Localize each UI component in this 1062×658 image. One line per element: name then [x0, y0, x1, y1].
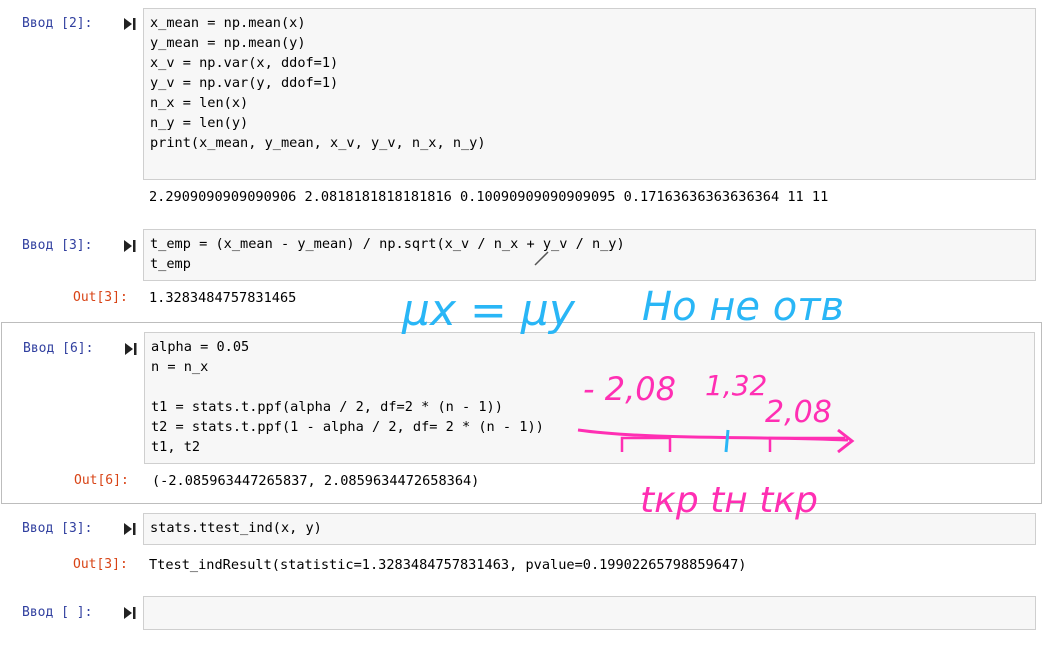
- code-input[interactable]: t_emp = (x_mean - y_mean) / np.sqrt(x_v …: [143, 229, 1036, 281]
- output-prompt: Out[6]:: [74, 473, 129, 488]
- input-prompt: Ввод [6]:: [23, 341, 94, 356]
- code-cell-3[interactable]: Ввод [6]: alpha = 0.05 n = n_x t1 = stat…: [1, 322, 1042, 504]
- run-icon[interactable]: [124, 341, 138, 357]
- code-input-empty[interactable]: [143, 596, 1036, 630]
- code-text[interactable]: t_emp = (x_mean - y_mean) / np.sqrt(x_v …: [144, 230, 1035, 278]
- run-icon[interactable]: [123, 605, 137, 621]
- code-cell-4[interactable]: Ввод [3]: stats.ttest_ind(x, y) Out[3]: …: [0, 505, 1042, 585]
- code-text[interactable]: [144, 597, 1035, 605]
- result-output: (-2.085963447265837, 2.0859634472658364): [152, 473, 480, 489]
- input-prompt: Ввод [2]:: [22, 16, 93, 31]
- code-input[interactable]: stats.ttest_ind(x, y): [143, 513, 1036, 545]
- scrollbar[interactable]: [1048, 0, 1062, 658]
- result-output: Ttest_indResult(statistic=1.328348475783…: [149, 557, 747, 573]
- input-prompt: Ввод [3]:: [22, 238, 93, 253]
- input-prompt: Ввод [3]:: [22, 521, 93, 536]
- notebook-page: Ввод [2]: x_mean = np.mean(x) y_mean = n…: [0, 0, 1062, 658]
- code-cell-1[interactable]: Ввод [2]: x_mean = np.mean(x) y_mean = n…: [0, 0, 1042, 215]
- input-prompt: Ввод [ ]:: [22, 605, 93, 620]
- code-input[interactable]: alpha = 0.05 n = n_x t1 = stats.t.ppf(al…: [144, 332, 1035, 464]
- run-icon[interactable]: [123, 16, 137, 32]
- run-icon[interactable]: [123, 521, 137, 537]
- output-prompt: Out[3]:: [73, 557, 128, 572]
- result-output: 1.3283484757831465: [149, 290, 297, 306]
- stdout-output: 2.2909090909090906 2.0818181818181816 0.…: [149, 189, 829, 205]
- run-icon[interactable]: [123, 238, 137, 254]
- code-text[interactable]: stats.ttest_ind(x, y): [144, 514, 1035, 542]
- code-input[interactable]: x_mean = np.mean(x) y_mean = np.mean(y) …: [143, 8, 1036, 180]
- code-cell-2[interactable]: Ввод [3]: t_emp = (x_mean - y_mean) / np…: [0, 225, 1042, 315]
- code-cell-5[interactable]: Ввод [ ]:: [0, 590, 1042, 640]
- code-text[interactable]: alpha = 0.05 n = n_x t1 = stats.t.ppf(al…: [145, 333, 1034, 461]
- output-prompt: Out[3]:: [73, 290, 128, 305]
- code-text[interactable]: x_mean = np.mean(x) y_mean = np.mean(y) …: [144, 9, 1035, 157]
